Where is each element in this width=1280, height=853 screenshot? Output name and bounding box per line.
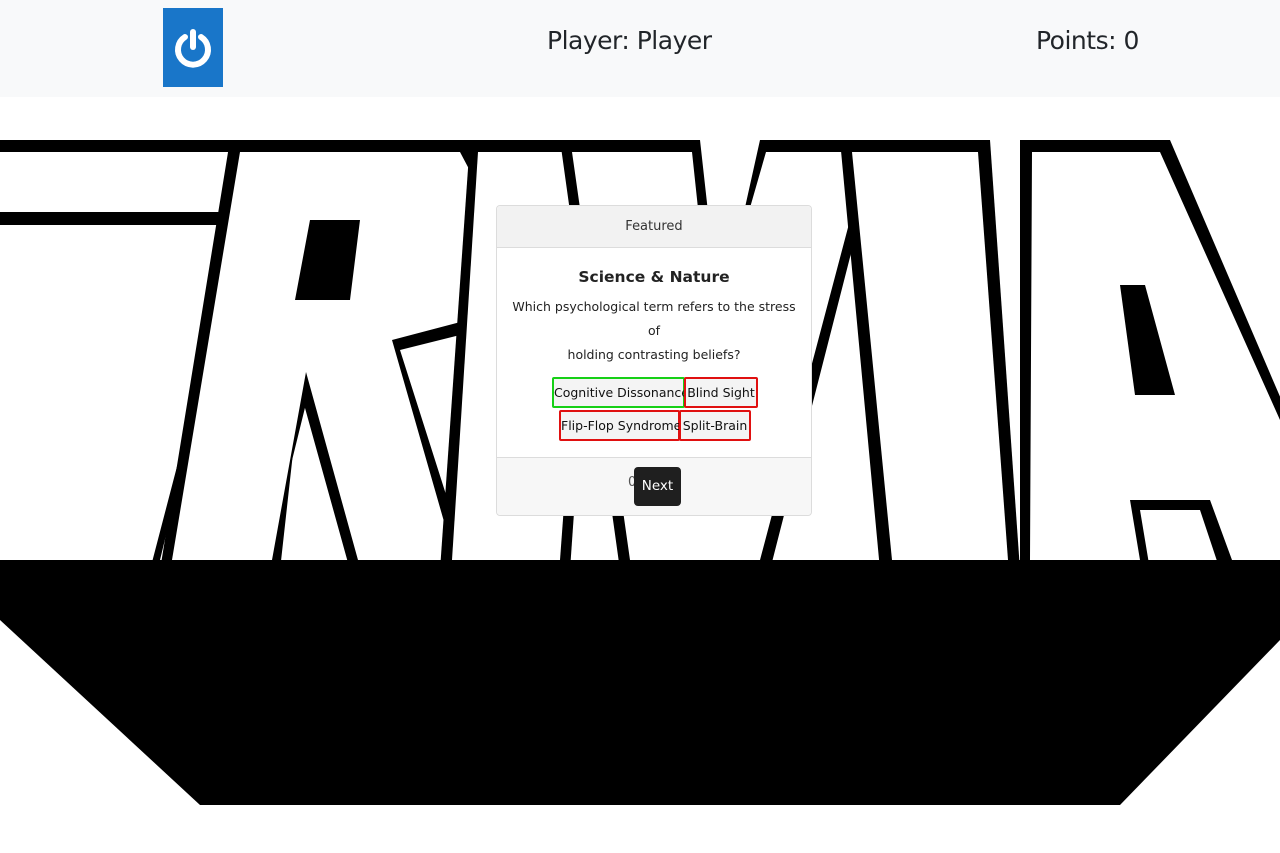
question-line-2: holding contrasting beliefs? <box>567 347 741 362</box>
navbar: Player: Player Points: 0 <box>0 0 1280 97</box>
answer-blind-sight[interactable]: Blind Sight <box>684 377 758 408</box>
player-name: Player: Player <box>547 26 712 55</box>
answer-flip-flop-syndrome[interactable]: Flip-Flop Syndrome <box>559 410 681 441</box>
card-footer: 0 Next <box>497 457 811 515</box>
power-icon <box>175 28 211 68</box>
answer-cognitive-dissonance[interactable]: Cognitive Dissonance <box>552 377 689 408</box>
question-text: Which psychological term refers to the s… <box>509 295 799 367</box>
points-counter: Points: 0 <box>1036 26 1139 55</box>
question-card: Featured Science & Nature Which psycholo… <box>496 205 812 516</box>
question-category: Science & Nature <box>578 268 730 286</box>
card-header: Featured <box>497 206 811 248</box>
logout-button[interactable] <box>163 8 223 87</box>
answer-options: Cognitive Dissonance Blind Sight Flip-Fl… <box>497 377 811 443</box>
answer-split-brain[interactable]: Split-Brain <box>679 410 751 441</box>
question-line-1: Which psychological term refers to the s… <box>512 299 796 338</box>
next-button[interactable]: Next <box>634 467 681 506</box>
